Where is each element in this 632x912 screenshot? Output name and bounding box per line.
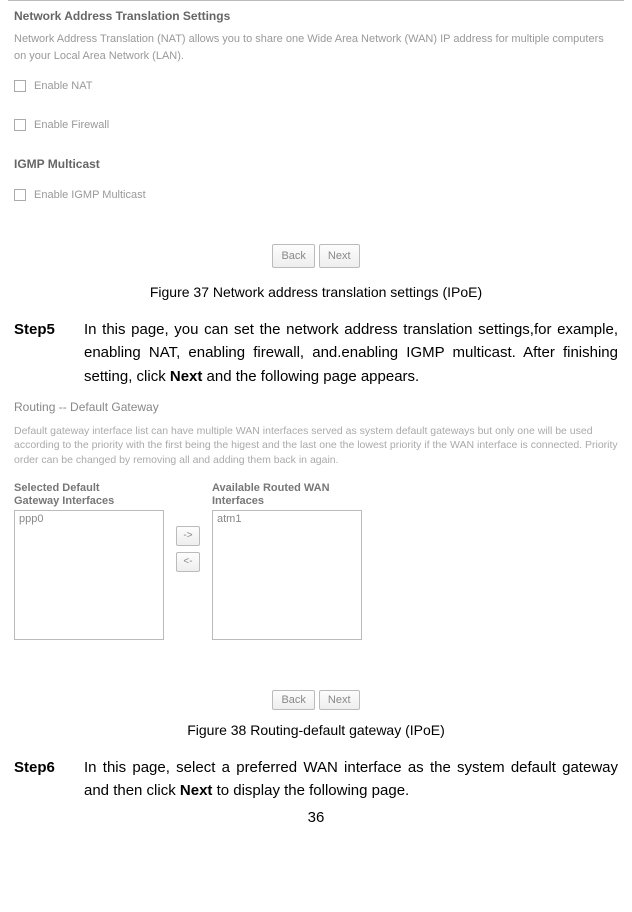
checkbox-icon[interactable] [14,189,26,201]
routing-title: Routing -- Default Gateway [14,400,618,414]
step5-bold: Next [170,368,203,385]
enable-firewall-label: Enable Firewall [34,117,109,134]
document-page: Network Address Translation Settings Net… [0,0,632,826]
nat-button-row: Back Next [14,244,618,269]
enable-igmp-label: Enable IGMP Multicast [34,187,146,204]
nat-settings-screenshot: Network Address Translation Settings Net… [8,0,624,276]
routing-description: Default gateway interface list can have … [14,424,618,468]
available-column: Available Routed WAN Interfaces atm1 [212,482,362,640]
back-button[interactable]: Back [272,244,314,269]
page-number: 36 [8,809,624,826]
arrow-column: -> <- [176,526,200,572]
step5-row: Step5 In this page, you can set the netw… [14,318,618,388]
routing-button-row: Back Next [14,690,618,710]
enable-nat-label: Enable NAT [34,78,93,95]
checkbox-icon[interactable] [14,119,26,131]
list-item[interactable]: atm1 [217,513,357,525]
back-button[interactable]: Back [272,690,314,710]
step6-label: Step6 [14,756,66,803]
igmp-heading: IGMP Multicast [14,155,618,173]
selected-heading: Selected Default Gateway Interfaces [14,482,134,508]
step6-text-2: to display the following page. [212,782,409,799]
available-heading: Available Routed WAN Interfaces [212,482,352,508]
step5-text-2: and the following page appears. [202,368,419,385]
move-right-button[interactable]: -> [176,526,200,546]
enable-firewall-row: Enable Firewall [14,117,618,134]
step5-text: In this page, you can set the network ad… [84,318,618,388]
selected-listbox[interactable]: ppp0 [14,510,164,640]
routing-screenshot: Routing -- Default Gateway Default gatew… [8,394,624,714]
available-listbox[interactable]: atm1 [212,510,362,640]
step6-text: In this page, select a preferred WAN int… [84,756,618,803]
selected-column: Selected Default Gateway Interfaces ppp0 [14,482,164,640]
interface-row: Selected Default Gateway Interfaces ppp0… [14,482,618,640]
nat-title: Network Address Translation Settings [14,7,618,25]
step5-label: Step5 [14,318,66,388]
step6-bold: Next [180,782,213,799]
step6-row: Step6 In this page, select a preferred W… [14,756,618,803]
checkbox-icon[interactable] [14,80,26,92]
next-button[interactable]: Next [319,690,360,710]
next-button[interactable]: Next [319,244,360,269]
enable-igmp-row: Enable IGMP Multicast [14,187,618,204]
move-left-button[interactable]: <- [176,552,200,572]
enable-nat-row: Enable NAT [14,78,618,95]
figure-37-caption: Figure 37 Network address translation se… [8,284,624,300]
figure-38-caption: Figure 38 Routing-default gateway (IPoE) [8,722,624,738]
list-item[interactable]: ppp0 [19,513,159,525]
nat-description: Network Address Translation (NAT) allows… [14,31,618,64]
